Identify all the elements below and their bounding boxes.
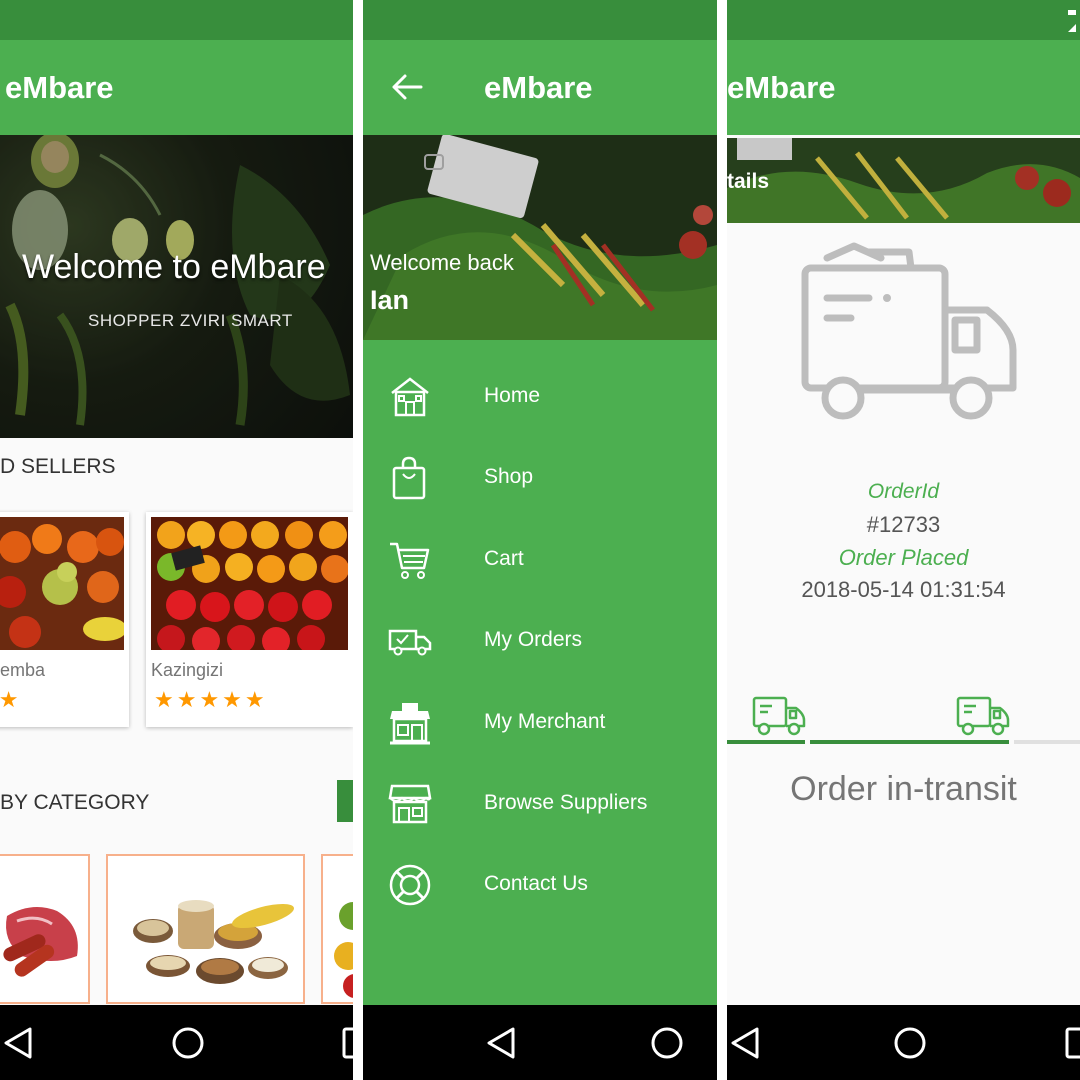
vegetables-image	[323, 856, 353, 1002]
menu-item-shop[interactable]: Shop	[363, 436, 717, 516]
progress-segment-complete	[727, 740, 805, 744]
home-icon	[391, 377, 429, 417]
seller-card[interactable]: Kazingizi ★★★★★	[146, 512, 353, 727]
seller-card[interactable]: emba ★★	[0, 512, 129, 727]
progress-segment-complete	[810, 740, 1009, 744]
order-header-banner: tails	[727, 138, 1080, 223]
system-nav-bar	[363, 1005, 717, 1080]
app-bar: eMbare	[0, 40, 353, 135]
order-id-label: OrderId	[867, 480, 940, 503]
app-title: eMbare	[727, 70, 836, 105]
seller-product-image	[151, 517, 348, 650]
home-nav-icon[interactable]	[649, 1025, 685, 1061]
recents-nav-icon[interactable]	[342, 1025, 353, 1061]
menu-label: Home	[484, 384, 541, 407]
drawer-header: Welcome back Ian	[363, 135, 717, 340]
back-nav-icon[interactable]	[483, 1025, 519, 1061]
truck-step-icon	[956, 696, 1010, 736]
seller-rating-stars: ★★★★★	[154, 687, 268, 712]
menu-item-browse-suppliers[interactable]: Browse Suppliers	[363, 762, 717, 842]
menu-item-cart[interactable]: Cart	[363, 518, 717, 598]
store-icon	[388, 784, 432, 824]
seller-product-image	[0, 517, 124, 650]
menu-label: Shop	[484, 465, 534, 488]
hero-banner: Welcome to eMbare SHOPPER ZVIRI SMART	[0, 135, 353, 438]
delivery-truck-icon	[801, 242, 1017, 420]
truck-step-icon	[752, 696, 806, 736]
status-bar	[363, 0, 717, 40]
home-nav-icon[interactable]	[170, 1025, 206, 1061]
order-id-value: #12733	[866, 512, 941, 537]
cart-icon	[390, 542, 430, 579]
category-card-vegetables[interactable]	[321, 854, 353, 1004]
menu-label: Contact Us	[484, 872, 588, 895]
status-icons	[1068, 10, 1076, 32]
seller-rating-stars: ★★	[0, 687, 22, 712]
back-nav-icon[interactable]	[727, 1025, 763, 1061]
app-bar: eMbare	[727, 40, 1080, 135]
status-bar	[0, 0, 353, 40]
market-background-image	[727, 138, 1080, 223]
menu-label: Browse Suppliers	[484, 791, 648, 814]
category-card-grains[interactable]	[106, 854, 305, 1004]
recents-nav-icon[interactable]	[1065, 1025, 1080, 1061]
menu-item-home[interactable]: Home	[363, 355, 717, 435]
order-date: 2018-05-14 01:31:54	[801, 577, 1006, 602]
meat-image	[0, 856, 88, 1002]
shopping-bag-icon	[392, 456, 426, 500]
screenshot-collage: eMbare Welcome to eMbare SHOPPER ZVIRI S…	[0, 0, 1080, 1080]
seller-name: emba	[0, 660, 46, 680]
order-status-label: Order Placed	[838, 545, 969, 570]
menu-label: Cart	[484, 547, 524, 570]
category-card-meat[interactable]	[0, 854, 90, 1004]
featured-sellers-heading: D SELLERS	[0, 455, 116, 478]
back-nav-icon[interactable]	[0, 1025, 36, 1061]
hero-title: Welcome to eMbare	[22, 248, 326, 286]
drawer-menu: Home Shop Cart My Orders My Merchant Bro…	[363, 340, 717, 1005]
merchant-icon	[390, 703, 430, 745]
system-nav-bar	[727, 1005, 1080, 1080]
grains-image	[108, 856, 303, 1002]
progress-segment-pending	[1014, 740, 1080, 744]
menu-label: My Orders	[484, 628, 583, 651]
system-nav-bar	[0, 1005, 353, 1080]
drawer-screen: eMbare Welcome back Ian Home Shop Cart M…	[363, 0, 717, 1080]
home-nav-icon[interactable]	[892, 1025, 928, 1061]
app-bar: eMbare	[363, 40, 717, 135]
seller-name: Kazingizi	[151, 660, 224, 680]
hero-subtitle: SHOPPER ZVIRI SMART	[88, 311, 293, 330]
order-details-screen: eMbare tails OrderId #12733 Order Placed…	[727, 0, 1080, 1080]
back-arrow-icon[interactable]	[391, 73, 423, 101]
truck-icon	[388, 629, 432, 656]
app-title: eMbare	[5, 70, 114, 105]
transit-status: Order in-transit	[790, 770, 1017, 808]
home-screen: eMbare Welcome to eMbare SHOPPER ZVIRI S…	[0, 0, 353, 1080]
menu-item-my-orders[interactable]: My Orders	[363, 599, 717, 679]
lifebuoy-icon	[389, 864, 431, 906]
market-background-image	[363, 135, 717, 340]
user-name: Ian	[370, 285, 410, 315]
status-bar	[727, 0, 1080, 40]
order-details-heading: tails	[727, 170, 770, 193]
app-title: eMbare	[484, 70, 593, 105]
view-all-button[interactable]	[337, 780, 353, 822]
welcome-back-text: Welcome back	[370, 250, 514, 275]
category-heading: BY CATEGORY	[0, 791, 150, 814]
menu-item-contact-us[interactable]: Contact Us	[363, 843, 717, 923]
menu-item-my-merchant[interactable]: My Merchant	[363, 681, 717, 761]
menu-label: My Merchant	[484, 710, 606, 733]
